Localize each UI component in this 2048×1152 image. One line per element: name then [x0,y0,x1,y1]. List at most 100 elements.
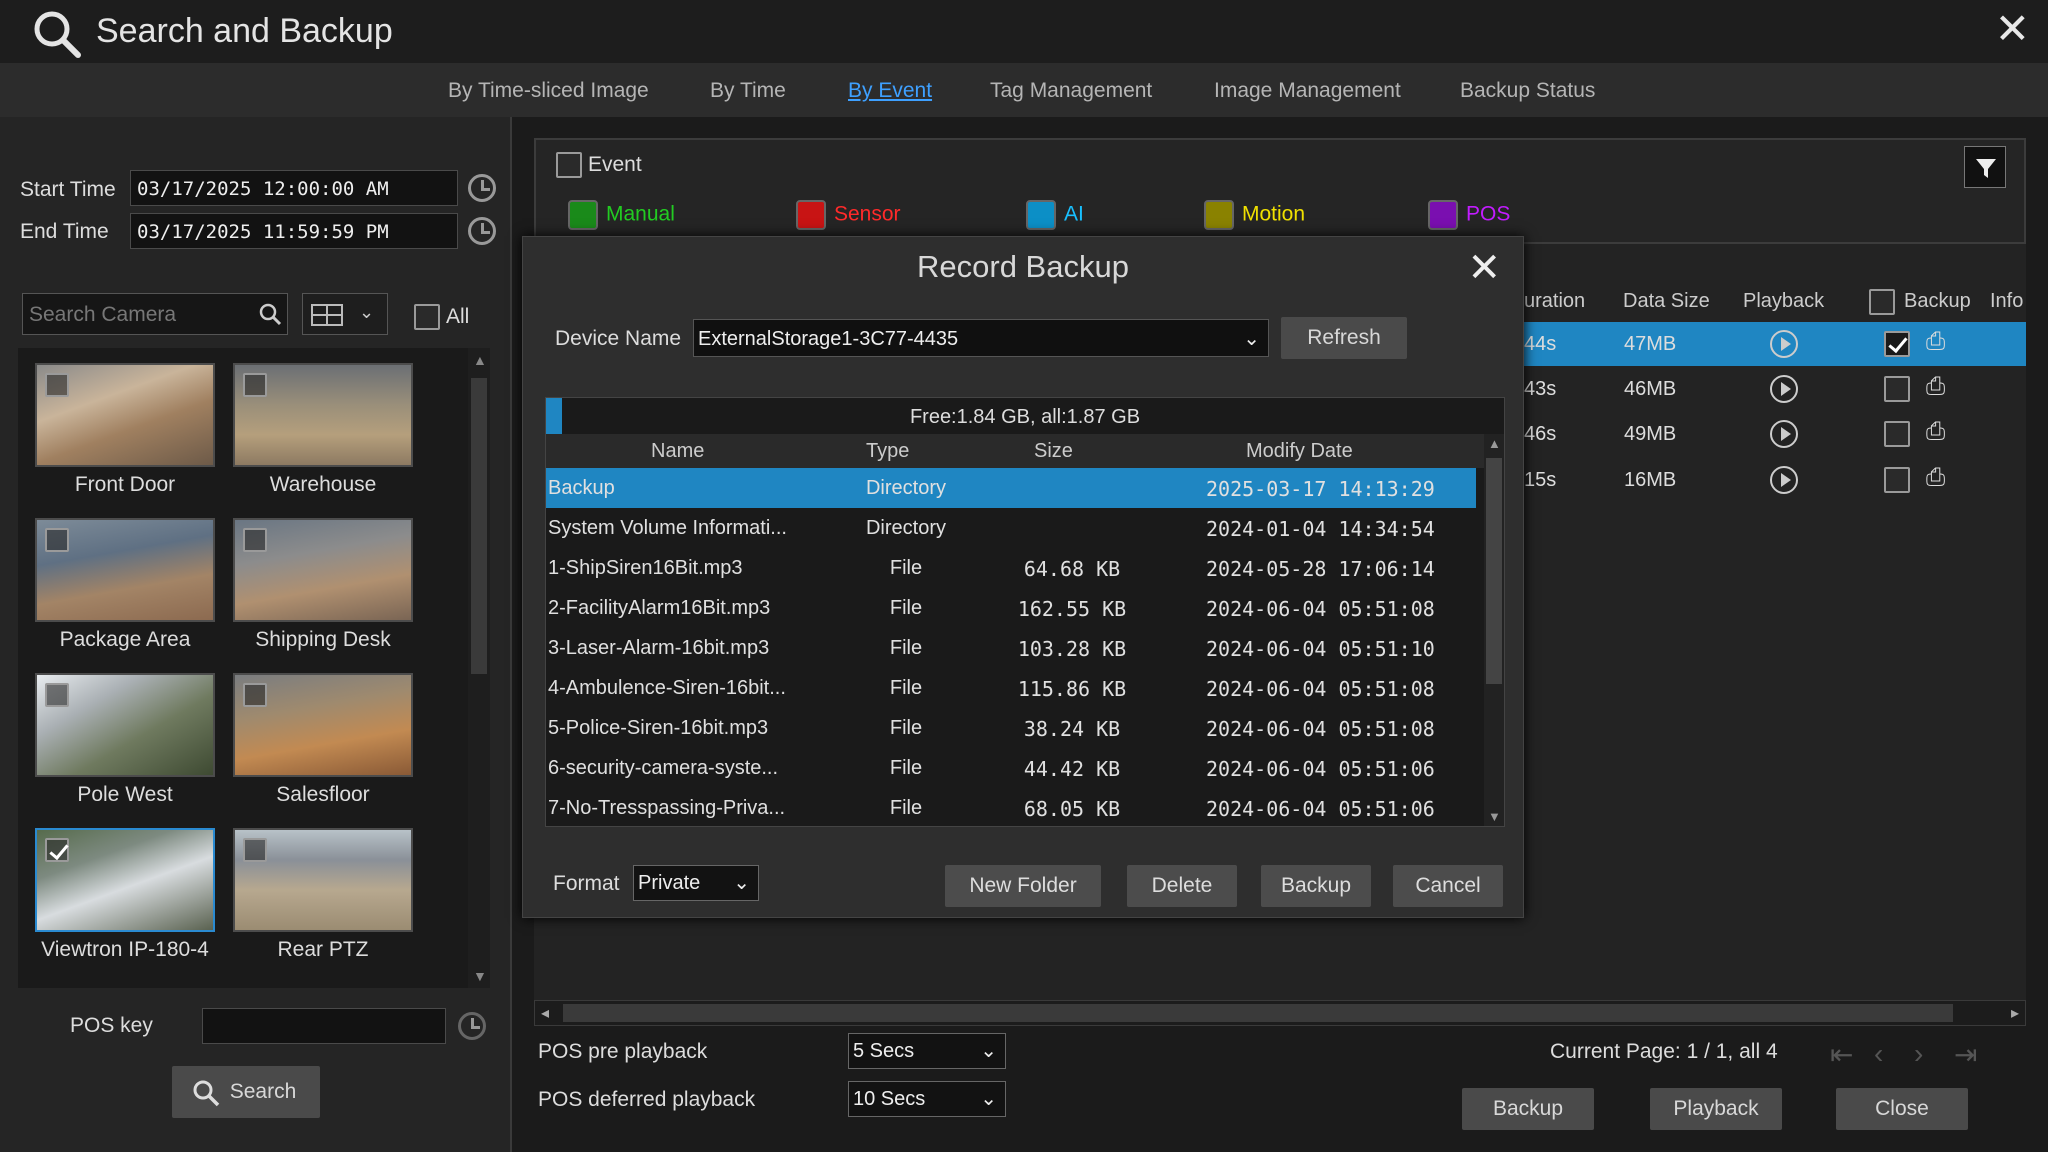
camera-tile[interactable]: Pole West [35,673,215,807]
event-type-manual[interactable]: Manual [568,200,675,230]
pos-key-input[interactable] [202,1008,446,1044]
tab-by-time[interactable]: By Time [710,79,786,103]
camera-thumbnail[interactable] [35,363,215,467]
close-button[interactable]: Close [1836,1088,1968,1130]
event-type-motion[interactable]: Motion [1204,200,1305,230]
camera-thumbnail[interactable] [233,363,413,467]
table-row[interactable]: 44s 47MB ⎙ [1524,322,2026,366]
format-select[interactable]: Private ⌄ [633,865,759,901]
pos-pre-playback-select[interactable]: 5 Secs ⌄ [848,1033,1006,1069]
layout-select[interactable]: ⌄ [302,293,388,335]
close-icon[interactable]: ✕ [1995,8,2030,50]
tab-backup-status[interactable]: Backup Status [1460,79,1595,103]
end-time-input[interactable]: 03/17/2025 11:59:59 PM [130,213,458,249]
results-horizontal-scrollbar[interactable]: ◂ ▸ [534,1000,2026,1026]
last-page-icon[interactable]: ⇥ [1954,1038,1977,1071]
new-folder-button[interactable]: New Folder [945,865,1101,907]
search-camera-input[interactable]: Search Camera [22,293,288,335]
tab-bar: By Time-sliced Image By Time By Event Ta… [0,63,2048,117]
prev-page-icon[interactable]: ‹ [1874,1038,1883,1070]
camera-thumbnail[interactable] [35,828,215,932]
file-row[interactable]: 7-No-Tresspassing-Priva... File 68.05 KB 20… [546,788,1476,826]
clock-icon[interactable] [468,174,496,202]
play-icon[interactable] [1770,466,1798,494]
camera-checkbox[interactable] [243,838,267,862]
event-type-ai[interactable]: AI [1026,200,1084,230]
tab-image-management[interactable]: Image Management [1214,79,1401,103]
filter-button[interactable] [1964,146,2006,188]
info-icon[interactable]: ⎙ [1926,464,1945,492]
play-icon[interactable] [1770,375,1798,403]
backup-checkbox[interactable] [1884,421,1910,447]
backup-checkbox[interactable] [1884,331,1910,357]
file-row[interactable]: 2-FacilityAlarm16Bit.mp3 File 162.55 KB 202… [546,588,1476,628]
camera-checkbox[interactable] [243,373,267,397]
camera-thumbnail[interactable] [233,518,413,622]
camera-thumbnail[interactable] [35,673,215,777]
camera-tile[interactable]: Shipping Desk [233,518,413,652]
close-icon[interactable]: ✕ [1467,245,1501,291]
file-row[interactable]: System Volume Informati... Directory 2024-… [546,508,1476,548]
camera-tile[interactable]: Front Door [35,363,215,497]
camera-tile[interactable]: Viewtron IP-180-4 [35,828,215,962]
pos-icon [1428,200,1458,230]
tab-by-event[interactable]: By Event [848,79,932,103]
camera-thumbnail[interactable] [233,828,413,932]
file-row[interactable]: 3-Laser-Alarm-16bit.mp3 File 103.28 KB 2024… [546,628,1476,668]
event-type-sensor[interactable]: Sensor [796,200,901,230]
camera-checkbox[interactable] [243,683,267,707]
file-name-cell: 4-Ambulence-Siren-16bit... [548,677,786,699]
refresh-button[interactable]: Refresh [1281,317,1407,359]
info-icon[interactable]: ⎙ [1926,328,1945,356]
delete-button[interactable]: Delete [1127,865,1237,907]
all-checkbox[interactable] [414,304,440,330]
table-row[interactable]: 15s 16MB ⎙ [1524,458,2026,502]
file-name-cell: 3-Laser-Alarm-16bit.mp3 [548,637,770,659]
start-time-input[interactable]: 03/17/2025 12:00:00 AM [130,170,458,206]
camera-checkbox[interactable] [45,373,69,397]
camera-thumbnail[interactable] [35,518,215,622]
event-checkbox[interactable] [556,152,582,178]
camera-list-scrollbar[interactable]: ▲ ▼ [468,348,490,988]
clock-icon[interactable] [458,1012,486,1040]
file-list-scrollbar[interactable]: ▲ ▼ [1484,434,1504,826]
info-icon[interactable]: ⎙ [1926,418,1945,446]
play-icon[interactable] [1770,330,1798,358]
file-row[interactable]: 1-ShipSiren16Bit.mp3 File 64.68 KB 2024-05-… [546,548,1476,588]
camera-tile[interactable]: Package Area [35,518,215,652]
info-icon[interactable]: ⎙ [1926,373,1945,401]
file-row[interactable]: Backup Directory 2025-03-17 14:13:29 [546,468,1476,508]
camera-checkbox[interactable] [45,683,69,707]
first-page-icon[interactable]: ⇤ [1830,1038,1853,1071]
table-row[interactable]: 43s 46MB ⎙ [1524,367,2026,411]
playback-button[interactable]: Playback [1650,1088,1782,1130]
tab-by-time-sliced-image[interactable]: By Time-sliced Image [448,79,649,103]
table-row[interactable]: 46s 49MB ⎙ [1524,412,2026,456]
backup-button[interactable]: Backup [1462,1088,1594,1130]
file-row[interactable]: 6-security-camera-syste... File 44.42 KB 20… [546,748,1476,788]
camera-checkbox[interactable] [243,528,267,552]
cancel-button[interactable]: Cancel [1393,865,1503,907]
camera-thumbnail[interactable] [233,673,413,777]
dialog-backup-button[interactable]: Backup [1261,865,1371,907]
next-page-icon[interactable]: › [1914,1038,1923,1070]
file-row[interactable]: 4-Ambulence-Siren-16bit... File 115.86 KB 2… [546,668,1476,708]
backup-checkbox[interactable] [1884,467,1910,493]
backup-all-checkbox[interactable] [1869,289,1895,315]
pos-deferred-playback-select[interactable]: 10 Secs ⌄ [848,1081,1006,1117]
clock-icon[interactable] [468,217,496,245]
camera-checkbox[interactable] [45,838,69,862]
search-icon[interactable] [258,302,282,326]
camera-tile[interactable]: Warehouse [233,363,413,497]
backup-checkbox[interactable] [1884,376,1910,402]
tab-tag-management[interactable]: Tag Management [990,79,1152,103]
camera-tile[interactable]: Rear PTZ [233,828,413,962]
file-row[interactable]: 5-Police-Siren-16bit.mp3 File 38.24 KB 2024… [546,708,1476,748]
event-type-pos[interactable]: POS [1428,200,1510,230]
camera-tile[interactable]: Salesfloor [233,673,413,807]
camera-checkbox[interactable] [45,528,69,552]
search-button[interactable]: Search [172,1066,320,1118]
device-name-select[interactable]: ExternalStorage1-3C77-4435 ⌄ [693,319,1269,357]
motion-icon [1204,200,1234,230]
play-icon[interactable] [1770,420,1798,448]
